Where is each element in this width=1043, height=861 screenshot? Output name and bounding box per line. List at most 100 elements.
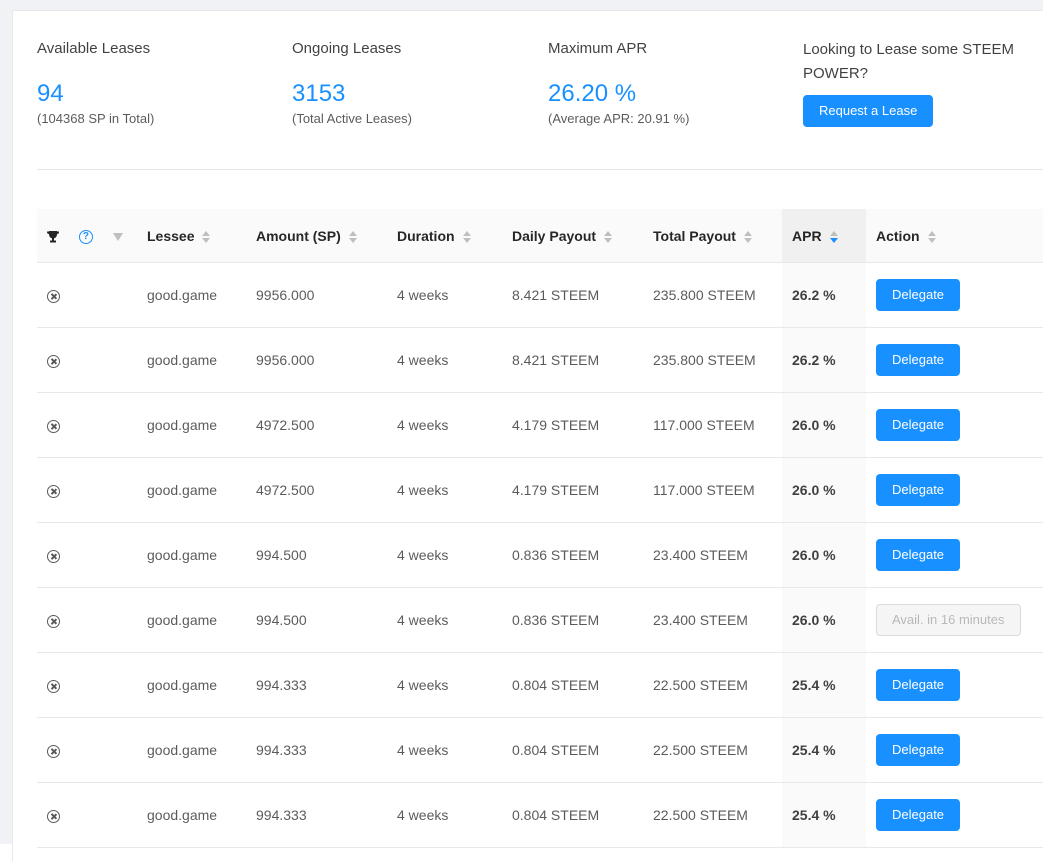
cancel-icon[interactable]: [47, 484, 60, 498]
cell-lessee[interactable]: good.game: [137, 392, 246, 458]
filter-icon[interactable]: [112, 232, 123, 241]
delegate-button[interactable]: Delegate: [876, 474, 961, 506]
cell-duration: 4 weeks: [387, 457, 502, 523]
cell-action: Delegate: [866, 782, 1043, 848]
column-header-duration[interactable]: Duration: [387, 209, 502, 263]
cell-apr: 26.0 %: [782, 587, 866, 653]
cancel-icon[interactable]: [47, 809, 60, 823]
cell-lessee[interactable]: good.game: [137, 327, 246, 393]
table-header-row: ? Lessee Amount (SP) Duration Daily Payo…: [37, 209, 1043, 263]
header-label: Daily Payout: [512, 227, 597, 244]
cell-apr: 25.4 %: [782, 717, 866, 783]
cell-action: Delegate: [866, 262, 1043, 328]
table-row: good.game 994.333 4 weeks 0.804 STEEM 22.500…: [37, 717, 1043, 783]
header-label: Lessee: [147, 227, 195, 244]
cell-lessee[interactable]: good.game: [137, 652, 246, 718]
stat-value: 3153: [292, 80, 346, 107]
cell-lessee[interactable]: good.game: [137, 522, 246, 588]
delegate-button[interactable]: Delegate: [876, 669, 961, 701]
cell-lessee[interactable]: good.game: [137, 717, 246, 783]
row-icon-cell: [37, 652, 137, 718]
cell-apr: 26.0 %: [782, 522, 866, 588]
sort-icon[interactable]: [462, 230, 471, 243]
cell-daily-payout: 0.836 STEEM: [502, 522, 643, 588]
cell-duration: 4 weeks: [387, 717, 502, 783]
header-icons-cell: ?: [37, 209, 137, 263]
column-header-amount[interactable]: Amount (SP): [246, 209, 387, 263]
request-lease-panel: Looking to Lease some STEEM POWER? Reque…: [803, 38, 1043, 127]
cancel-icon[interactable]: [47, 419, 60, 433]
cell-action: Delegate: [866, 522, 1043, 588]
cancel-icon[interactable]: [47, 354, 60, 368]
delegate-button[interactable]: Delegate: [876, 799, 961, 831]
help-icon[interactable]: ?: [78, 229, 93, 244]
cell-daily-payout: 0.804 STEEM: [502, 782, 643, 848]
cell-duration: 4 weeks: [387, 392, 502, 458]
delegate-button[interactable]: Delegate: [876, 279, 961, 311]
column-header-total-payout[interactable]: Total Payout: [643, 209, 782, 263]
stat-label: Maximum APR: [548, 40, 648, 57]
table-row: good.game 994.500 4 weeks 0.836 STEEM 23.400…: [37, 522, 1043, 588]
delegate-button[interactable]: Delegate: [876, 344, 961, 376]
column-header-apr[interactable]: APR: [782, 209, 866, 263]
sort-icon[interactable]: [604, 230, 613, 243]
column-header-lessee[interactable]: Lessee: [137, 209, 246, 263]
cell-duration: 4 weeks: [387, 327, 502, 393]
cell-total-payout: 22.500 STEEM: [643, 782, 782, 848]
availability-button: Avail. in 16 minutes: [876, 604, 1021, 636]
cell-duration: 4 weeks: [387, 587, 502, 653]
cell-total-payout: 22.500 STEEM: [643, 717, 782, 783]
leases-table: ? Lessee Amount (SP) Duration Daily Payo…: [37, 209, 1043, 848]
table-row: good.game 9956.000 4 weeks 8.421 STEEM 235.8…: [37, 327, 1043, 393]
cell-amount: 994.333: [246, 717, 387, 783]
column-header-daily-payout[interactable]: Daily Payout: [502, 209, 643, 263]
trophy-icon[interactable]: [47, 230, 59, 243]
cell-duration: 4 weeks: [387, 262, 502, 328]
cell-action: Avail. in 16 minutes: [866, 587, 1043, 653]
row-icon-cell: [37, 587, 137, 653]
delegate-button[interactable]: Delegate: [876, 539, 961, 571]
cancel-icon[interactable]: [47, 289, 60, 303]
stat-ongoing-leases: Ongoing Leases 3153 (Total Active Leases…: [292, 38, 412, 127]
request-lease-button[interactable]: Request a Lease: [803, 95, 934, 127]
cell-total-payout: 23.400 STEEM: [643, 522, 782, 588]
cell-amount: 4972.500: [246, 392, 387, 458]
sort-icon[interactable]: [202, 230, 211, 243]
sort-icon[interactable]: [829, 230, 838, 243]
sort-icon[interactable]: [927, 230, 936, 243]
header-label: Duration: [397, 227, 455, 244]
sort-icon[interactable]: [348, 230, 357, 243]
delegate-button[interactable]: Delegate: [876, 409, 961, 441]
column-header-action[interactable]: Action: [866, 209, 1043, 263]
cancel-icon[interactable]: [47, 744, 60, 758]
stat-subtext: (104368 SP in Total): [37, 111, 155, 126]
cell-action: Delegate: [866, 652, 1043, 718]
cancel-icon[interactable]: [47, 614, 60, 628]
cell-daily-payout: 4.179 STEEM: [502, 392, 643, 458]
row-icon-cell: [37, 717, 137, 783]
cell-lessee[interactable]: good.game: [137, 457, 246, 523]
cell-amount: 4972.500: [246, 457, 387, 523]
cancel-icon[interactable]: [47, 549, 60, 563]
row-icon-cell: [37, 327, 137, 393]
cell-duration: 4 weeks: [387, 652, 502, 718]
cell-total-payout: 117.000 STEEM: [643, 392, 782, 458]
stat-subtext: (Total Active Leases): [292, 111, 412, 126]
cell-action: Delegate: [866, 717, 1043, 783]
cell-action: Delegate: [866, 392, 1043, 458]
cell-amount: 994.500: [246, 522, 387, 588]
cancel-icon[interactable]: [47, 679, 60, 693]
row-icon-cell: [37, 457, 137, 523]
table-row: good.game 4972.500 4 weeks 4.179 STEEM 117.0…: [37, 392, 1043, 458]
row-icon-cell: [37, 392, 137, 458]
cell-lessee[interactable]: good.game: [137, 782, 246, 848]
cta-label: Looking to Lease some STEEM POWER?: [803, 41, 1014, 82]
table-row: good.game 994.500 4 weeks 0.836 STEEM 23.400…: [37, 587, 1043, 653]
cell-lessee[interactable]: good.game: [137, 587, 246, 653]
delegate-button[interactable]: Delegate: [876, 734, 961, 766]
cell-duration: 4 weeks: [387, 522, 502, 588]
cell-daily-payout: 8.421 STEEM: [502, 327, 643, 393]
cell-lessee[interactable]: good.game: [137, 262, 246, 328]
header-label: Amount (SP): [256, 227, 341, 244]
sort-icon[interactable]: [743, 230, 752, 243]
